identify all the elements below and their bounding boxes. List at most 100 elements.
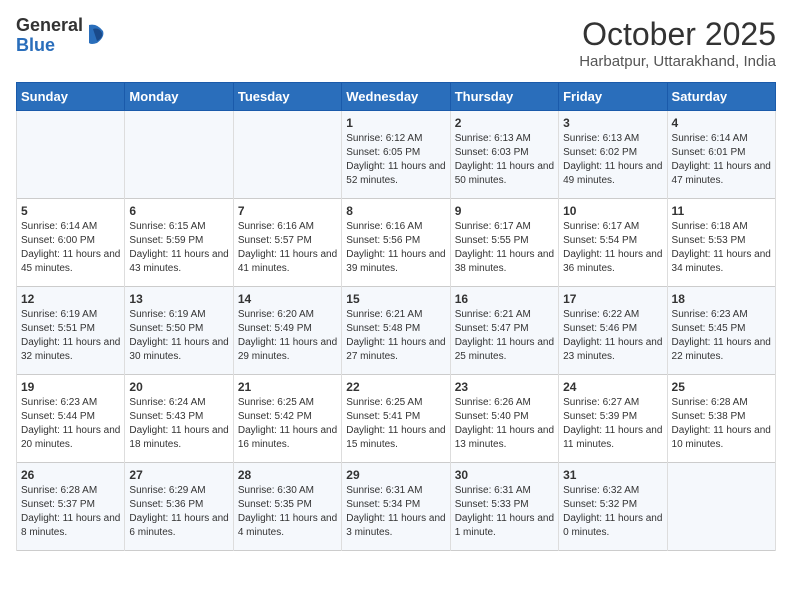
- calendar-cell: 27Sunrise: 6:29 AM Sunset: 5:36 PM Dayli…: [125, 463, 233, 551]
- day-number: 15: [346, 292, 445, 306]
- day-number: 21: [238, 380, 337, 394]
- cell-info: Sunrise: 6:19 AM Sunset: 5:51 PM Dayligh…: [21, 308, 120, 364]
- calendar-cell: 5 Sunrise: 6:14 AM Sunset: 6:00 PM Daylig…: [17, 199, 125, 287]
- day-number: 23: [455, 380, 554, 394]
- cell-info: Sunrise: 6:25 AM Sunset: 5:42 PM Dayligh…: [238, 396, 337, 452]
- calendar-cell: 31Sunrise: 6:32 AM Sunset: 5:32 PM Dayli…: [559, 463, 667, 551]
- cell-info: Sunrise: 6:21 AM Sunset: 5:48 PM Dayligh…: [346, 308, 445, 364]
- calendar-cell: 23 Sunrise: 6:26 AM Sunset: 5:40 PM Dayli…: [450, 375, 558, 463]
- day-number: 25: [672, 380, 771, 394]
- day-number: 13: [129, 292, 228, 306]
- calendar-week-row: 1Sunrise: 6:12 AM Sunset: 6:05 PM Daylig…: [17, 111, 776, 199]
- weekday-header-saturday: Saturday: [667, 83, 775, 111]
- cell-info: Sunrise: 6:14 AM Sunset: 6:01 PM Dayligh…: [672, 132, 771, 188]
- day-number: 29: [346, 468, 445, 482]
- day-number: 28: [238, 468, 337, 482]
- cell-info: Sunrise: 6:16 AM Sunset: 5:56 PM Dayligh…: [346, 220, 445, 276]
- calendar-cell: 16 Sunrise: 6:21 AM Sunset: 5:47 PM Dayli…: [450, 287, 558, 375]
- cell-info: Sunrise: 6:31 AM Sunset: 5:33 PM Dayligh…: [455, 484, 554, 540]
- cell-info: Sunrise: 6:21 AM Sunset: 5:47 PM Dayligh…: [455, 308, 554, 364]
- cell-info: Sunrise: 6:23 AM Sunset: 5:45 PM Dayligh…: [672, 308, 771, 364]
- day-number: 6: [129, 204, 228, 218]
- calendar-cell: 6 Sunrise: 6:15 AM Sunset: 5:59 PM Daylig…: [125, 199, 233, 287]
- cell-info: Sunrise: 6:26 AM Sunset: 5:40 PM Dayligh…: [455, 396, 554, 452]
- calendar-week-row: 19 Sunrise: 6:23 AM Sunset: 5:44 PM Dayli…: [17, 375, 776, 463]
- cell-info: Sunrise: 6:31 AM Sunset: 5:34 PM Dayligh…: [346, 484, 445, 540]
- calendar-cell: 10 Sunrise: 6:17 AM Sunset: 5:54 PM Dayli…: [559, 199, 667, 287]
- calendar-cell: 21 Sunrise: 6:25 AM Sunset: 5:42 PM Dayli…: [233, 375, 341, 463]
- calendar-cell: 15 Sunrise: 6:21 AM Sunset: 5:48 PM Dayli…: [342, 287, 450, 375]
- calendar-cell: 24 Sunrise: 6:27 AM Sunset: 5:39 PM Dayli…: [559, 375, 667, 463]
- calendar-table: SundayMondayTuesdayWednesdayThursdayFrid…: [16, 82, 776, 551]
- calendar-cell: 7 Sunrise: 6:16 AM Sunset: 5:57 PM Daylig…: [233, 199, 341, 287]
- logo: General Blue: [16, 16, 105, 56]
- day-number: 22: [346, 380, 445, 394]
- cell-info: Sunrise: 6:15 AM Sunset: 5:59 PM Dayligh…: [129, 220, 228, 276]
- calendar-cell: 25Sunrise: 6:28 AM Sunset: 5:38 PM Dayli…: [667, 375, 775, 463]
- calendar-cell: 20 Sunrise: 6:24 AM Sunset: 5:43 PM Dayli…: [125, 375, 233, 463]
- day-number: 12: [21, 292, 120, 306]
- day-number: 19: [21, 380, 120, 394]
- day-number: 4: [672, 116, 771, 130]
- cell-info: Sunrise: 6:27 AM Sunset: 5:39 PM Dayligh…: [563, 396, 662, 452]
- cell-info: Sunrise: 6:23 AM Sunset: 5:44 PM Dayligh…: [21, 396, 120, 452]
- cell-info: Sunrise: 6:30 AM Sunset: 5:35 PM Dayligh…: [238, 484, 337, 540]
- calendar-cell: 17 Sunrise: 6:22 AM Sunset: 5:46 PM Dayli…: [559, 287, 667, 375]
- day-number: 7: [238, 204, 337, 218]
- cell-info: Sunrise: 6:18 AM Sunset: 5:53 PM Dayligh…: [672, 220, 771, 276]
- day-number: 30: [455, 468, 554, 482]
- cell-info: Sunrise: 6:29 AM Sunset: 5:36 PM Dayligh…: [129, 484, 228, 540]
- day-number: 5: [21, 204, 120, 218]
- calendar-cell: [233, 111, 341, 199]
- calendar-cell: 19 Sunrise: 6:23 AM Sunset: 5:44 PM Dayli…: [17, 375, 125, 463]
- calendar-week-row: 5 Sunrise: 6:14 AM Sunset: 6:00 PM Daylig…: [17, 199, 776, 287]
- calendar-week-row: 26 Sunrise: 6:28 AM Sunset: 5:37 PM Dayli…: [17, 463, 776, 551]
- calendar-cell: 3 Sunrise: 6:13 AM Sunset: 6:02 PM Daylig…: [559, 111, 667, 199]
- day-number: 26: [21, 468, 120, 482]
- calendar-title: October 2025: [579, 16, 776, 53]
- logo-general-text: General: [16, 16, 83, 36]
- cell-info: Sunrise: 6:14 AM Sunset: 6:00 PM Dayligh…: [21, 220, 120, 276]
- day-number: 31: [563, 468, 662, 482]
- cell-info: Sunrise: 6:12 AM Sunset: 6:05 PM Dayligh…: [346, 132, 445, 188]
- calendar-cell: [667, 463, 775, 551]
- cell-info: Sunrise: 6:17 AM Sunset: 5:54 PM Dayligh…: [563, 220, 662, 276]
- calendar-cell: 8 Sunrise: 6:16 AM Sunset: 5:56 PM Daylig…: [342, 199, 450, 287]
- cell-info: Sunrise: 6:25 AM Sunset: 5:41 PM Dayligh…: [346, 396, 445, 452]
- weekday-header-friday: Friday: [559, 83, 667, 111]
- cell-info: Sunrise: 6:24 AM Sunset: 5:43 PM Dayligh…: [129, 396, 228, 452]
- calendar-cell: 12 Sunrise: 6:19 AM Sunset: 5:51 PM Dayli…: [17, 287, 125, 375]
- calendar-cell: [125, 111, 233, 199]
- day-number: 2: [455, 116, 554, 130]
- day-number: 16: [455, 292, 554, 306]
- calendar-cell: 2 Sunrise: 6:13 AM Sunset: 6:03 PM Daylig…: [450, 111, 558, 199]
- calendar-cell: 13 Sunrise: 6:19 AM Sunset: 5:50 PM Dayli…: [125, 287, 233, 375]
- weekday-header-thursday: Thursday: [450, 83, 558, 111]
- calendar-cell: 22 Sunrise: 6:25 AM Sunset: 5:41 PM Dayli…: [342, 375, 450, 463]
- logo-icon: [87, 23, 105, 45]
- day-number: 20: [129, 380, 228, 394]
- cell-info: Sunrise: 6:13 AM Sunset: 6:03 PM Dayligh…: [455, 132, 554, 188]
- logo-blue-text: Blue: [16, 36, 83, 56]
- cell-info: Sunrise: 6:13 AM Sunset: 6:02 PM Dayligh…: [563, 132, 662, 188]
- weekday-header-wednesday: Wednesday: [342, 83, 450, 111]
- cell-info: Sunrise: 6:16 AM Sunset: 5:57 PM Dayligh…: [238, 220, 337, 276]
- cell-info: Sunrise: 6:28 AM Sunset: 5:37 PM Dayligh…: [21, 484, 120, 540]
- day-number: 3: [563, 116, 662, 130]
- weekday-header-row: SundayMondayTuesdayWednesdayThursdayFrid…: [17, 83, 776, 111]
- calendar-cell: 30 Sunrise: 6:31 AM Sunset: 5:33 PM Dayli…: [450, 463, 558, 551]
- cell-info: Sunrise: 6:22 AM Sunset: 5:46 PM Dayligh…: [563, 308, 662, 364]
- day-number: 11: [672, 204, 771, 218]
- day-number: 10: [563, 204, 662, 218]
- calendar-cell: 11 Sunrise: 6:18 AM Sunset: 5:53 PM Dayli…: [667, 199, 775, 287]
- cell-info: Sunrise: 6:20 AM Sunset: 5:49 PM Dayligh…: [238, 308, 337, 364]
- calendar-cell: 26 Sunrise: 6:28 AM Sunset: 5:37 PM Dayli…: [17, 463, 125, 551]
- cell-info: Sunrise: 6:19 AM Sunset: 5:50 PM Dayligh…: [129, 308, 228, 364]
- weekday-header-sunday: Sunday: [17, 83, 125, 111]
- day-number: 17: [563, 292, 662, 306]
- day-number: 14: [238, 292, 337, 306]
- calendar-cell: 29 Sunrise: 6:31 AM Sunset: 5:34 PM Dayli…: [342, 463, 450, 551]
- calendar-cell: 9Sunrise: 6:17 AM Sunset: 5:55 PM Daylig…: [450, 199, 558, 287]
- day-number: 8: [346, 204, 445, 218]
- day-number: 24: [563, 380, 662, 394]
